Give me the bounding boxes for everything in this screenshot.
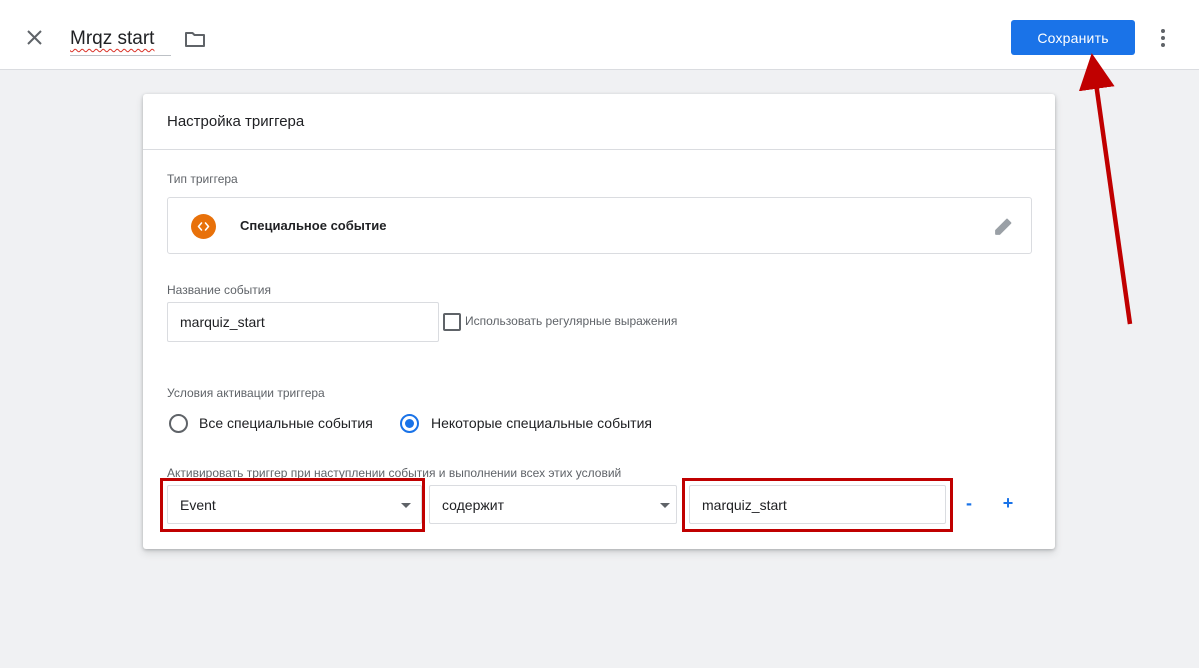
- radio-all-events-label: Все специальные события: [199, 415, 373, 431]
- event-name-input[interactable]: [167, 302, 439, 342]
- tag-name: Mrqz start: [70, 28, 155, 49]
- operator-select[interactable]: содержит: [429, 485, 677, 524]
- radio-some-events-label: Некоторые специальные события: [431, 415, 652, 431]
- close-icon[interactable]: [22, 25, 48, 51]
- trigger-type-label: Тип триггера: [167, 172, 238, 186]
- more-vert-icon[interactable]: [1151, 25, 1175, 51]
- pencil-icon[interactable]: [993, 215, 1015, 237]
- operator-select-value: содержит: [442, 497, 504, 513]
- highlight-variable-select: [160, 478, 425, 532]
- radio-some-events[interactable]: [400, 414, 419, 433]
- activation-conditions-label: Условия активации триггера: [167, 386, 325, 400]
- card-title: Настройка триггера: [167, 113, 305, 130]
- remove-condition-button[interactable]: -: [961, 492, 977, 516]
- folder-icon[interactable]: [183, 27, 207, 51]
- trigger-type-name: Специальное событие: [240, 218, 387, 233]
- custom-event-icon: [191, 214, 216, 239]
- radio-all-events[interactable]: [169, 414, 188, 433]
- save-button[interactable]: Сохранить: [1011, 20, 1135, 55]
- regex-checkbox-label: Использовать регулярные выражения: [465, 314, 678, 328]
- card-header: Настройка триггера: [143, 94, 1055, 150]
- trigger-type-selector[interactable]: Специальное событие: [167, 197, 1032, 254]
- top-bar: Mrqz start Сохранить: [0, 0, 1199, 70]
- event-name-label: Название события: [167, 283, 271, 297]
- highlight-condition-value: [682, 478, 953, 532]
- tag-name-field[interactable]: Mrqz start: [70, 26, 171, 56]
- add-condition-button[interactable]: +: [999, 492, 1017, 516]
- chevron-down-icon: [660, 503, 670, 508]
- regex-checkbox[interactable]: [443, 313, 461, 331]
